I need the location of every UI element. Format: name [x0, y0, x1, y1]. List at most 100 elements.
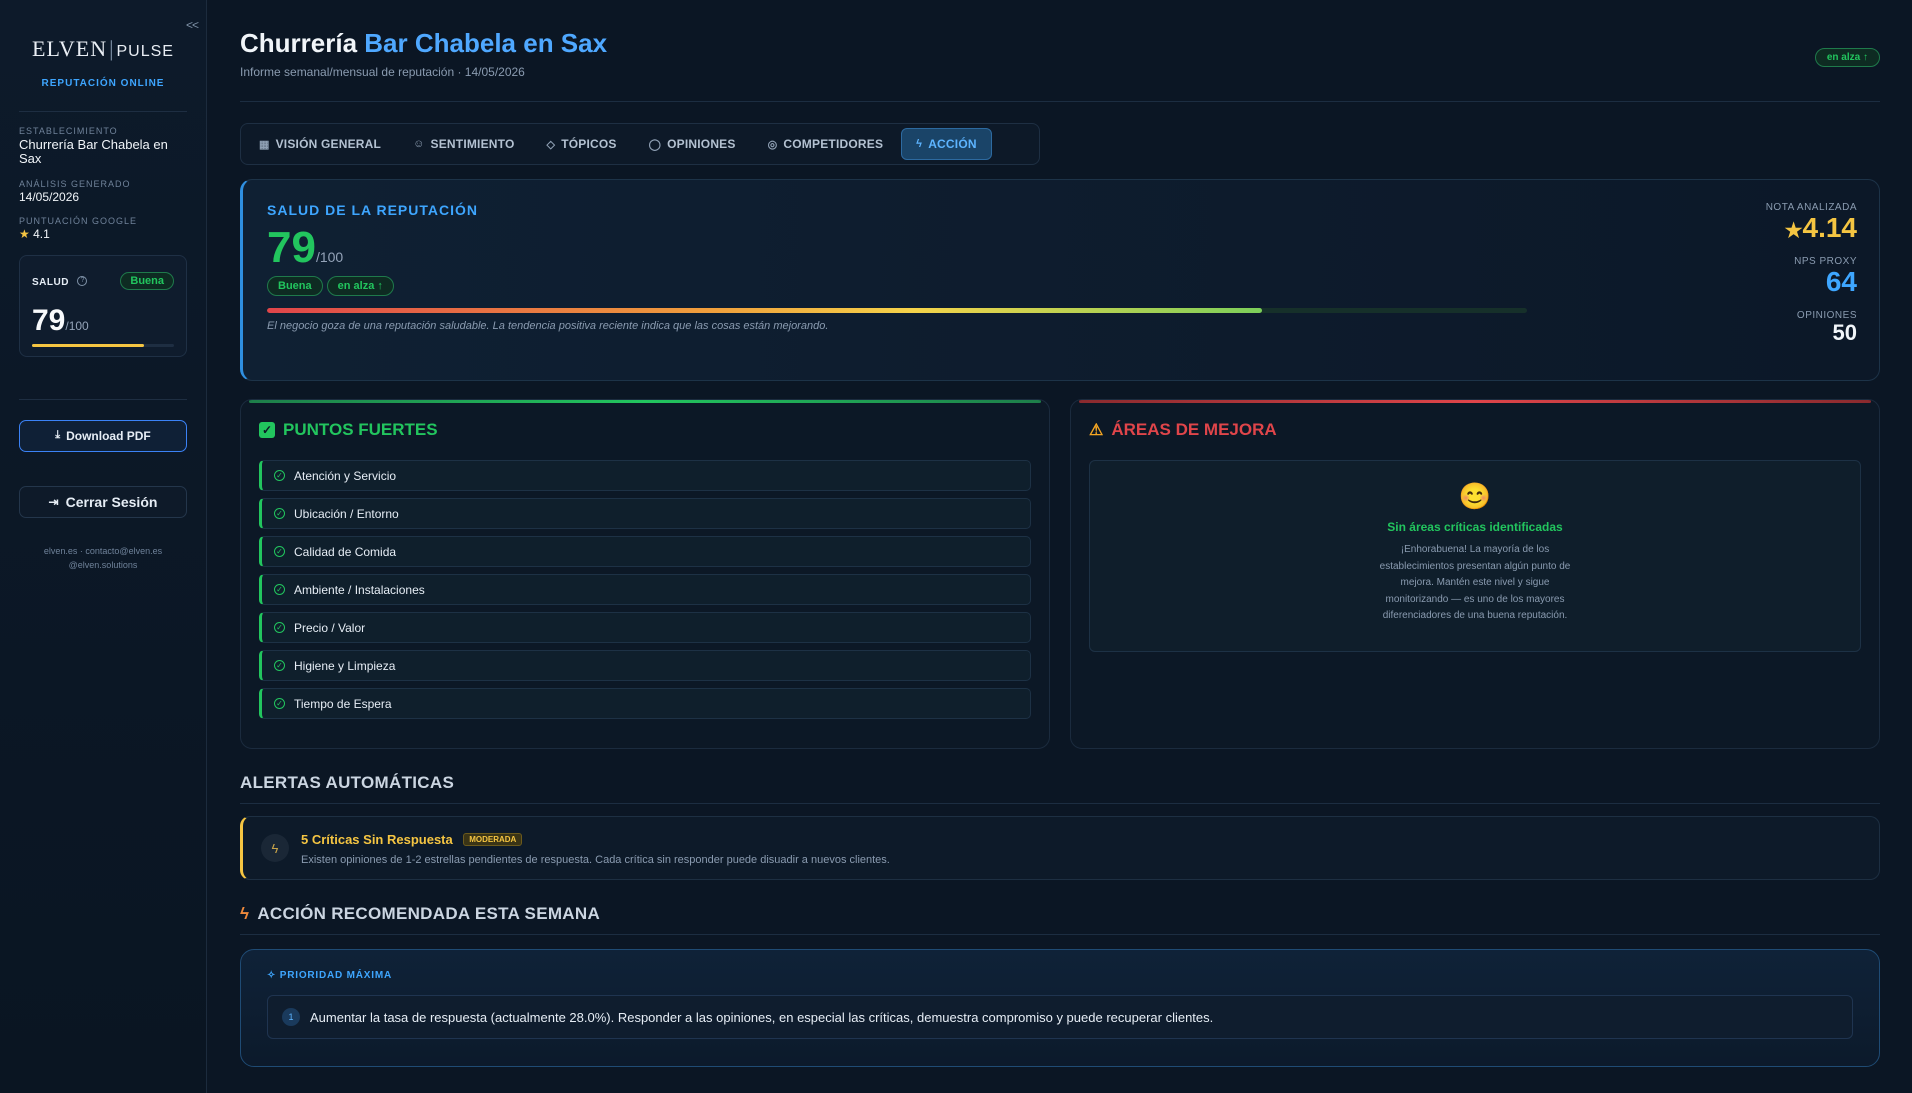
reputation-health-card: SALUD DE LA REPUTACIÓN 79/100 Buena en a…: [240, 179, 1880, 381]
rating-value: ★4.14: [1766, 212, 1857, 244]
section-divider: [240, 934, 1880, 935]
check-circle-icon: ✓: [274, 698, 285, 709]
check-circle-icon: ✓: [274, 546, 285, 557]
reputation-score-denominator: /100: [315, 249, 344, 265]
reputation-title: SALUD DE LA REPUTACIÓN: [267, 202, 478, 218]
footer-social: @elven.solutions: [68, 560, 138, 571]
logout-icon: ⇥: [48, 494, 59, 509]
strength-label: Atención y Servicio: [294, 468, 397, 483]
action-item: 1 Aumentar la tasa de respuesta (actualm…: [267, 995, 1853, 1039]
tab-overview[interactable]: ▦ VISIÓN GENERAL: [245, 128, 395, 160]
google-score-label: PUNTUACIÓN GOOGLE: [19, 215, 138, 226]
action-section-title: ϟ ACCIÓN RECOMENDADA ESTA SEMANA: [240, 904, 1880, 924]
list-item: ✓ Precio / Valor: [259, 612, 1031, 643]
strengths-improvements-row: ✓ PUNTOS FUERTES ✓ Atención y Servicio ✓ U…: [240, 399, 1880, 749]
analysis-value: 14/05/2026: [19, 189, 80, 204]
collapse-sidebar-button[interactable]: <<: [186, 18, 199, 32]
health-card: SALUD ? Buena 79/100: [19, 254, 187, 357]
check-circle-icon: ✓: [274, 584, 285, 595]
sidebar-divider: [19, 111, 187, 112]
tab-competitors[interactable]: ◎ COMPETIDORES: [754, 128, 898, 160]
page-subtitle: Informe semanal/mensual de reputación · …: [240, 65, 525, 79]
tab-action[interactable]: ϟ ACCIÓN: [901, 128, 992, 160]
tab-label: TÓPICOS: [561, 137, 617, 151]
download-pdf-button[interactable]: ⤓ Download PDF: [19, 419, 187, 452]
list-item: ✓ Calidad de Comida: [259, 536, 1031, 567]
smile-icon: ☺: [413, 138, 425, 150]
reputation-score-value: 79: [267, 223, 316, 272]
priority-text: PRIORIDAD MÁXIMA: [279, 970, 393, 981]
google-score: ★ 4.1: [19, 226, 187, 241]
lightning-icon: ϟ: [916, 138, 923, 150]
strengths-panel: ✓ PUNTOS FUERTES ✓ Atención y Servicio ✓ U…: [240, 399, 1050, 749]
logo: ELVEN| PULSE: [19, 36, 187, 62]
health-progress-bar: [32, 343, 174, 347]
improvements-panel: ⚠ ÁREAS DE MEJORA 😊 Sin áreas críticas i…: [1070, 399, 1880, 749]
info-icon[interactable]: ?: [77, 275, 88, 286]
priority-label: ✧ PRIORIDAD MÁXIMA: [267, 970, 1853, 981]
tab-label: OPINIONES: [667, 137, 736, 151]
download-pdf-label: Download PDF: [66, 428, 151, 443]
list-item: ✓ Ubicación / Entorno: [259, 498, 1031, 529]
header-divider: [240, 101, 1880, 102]
empty-state: 😊 Sin áreas críticas identificadas ¡Enho…: [1089, 460, 1861, 652]
trend-badge: en alza ↑: [326, 276, 394, 296]
strength-label: Tiempo de Espera: [294, 696, 392, 711]
alert-body: 5 Críticas Sin Respuesta MODERADA Existe…: [301, 831, 890, 866]
chat-bubble-icon: ◯: [648, 138, 662, 151]
logo-subtitle: REPUTACIÓN ONLINE: [41, 78, 165, 89]
improvements-title-text: ÁREAS DE MEJORA: [1111, 420, 1277, 439]
strengths-title: ✓ PUNTOS FUERTES: [259, 420, 1031, 440]
strength-label: Precio / Valor: [294, 620, 366, 635]
logo-left: ELVEN: [32, 36, 108, 61]
logo-right: PULSE: [116, 43, 174, 60]
alert-title: 5 Críticas Sin Respuesta: [301, 831, 453, 847]
logout-button[interactable]: ⇥ Cerrar Sesión: [19, 485, 187, 518]
section-divider: [240, 803, 1880, 804]
reputation-note: El negocio goza de una reputación saluda…: [267, 320, 829, 332]
check-circle-icon: ✓: [274, 470, 285, 481]
target-icon: ◎: [767, 138, 778, 151]
health-badge: Buena: [120, 271, 174, 290]
list-item: ✓ Ambiente / Instalaciones: [259, 574, 1031, 605]
strength-label: Ambiente / Instalaciones: [294, 582, 425, 597]
google-score-value: 4.1: [33, 226, 50, 241]
tab-sentiment[interactable]: ☺ SENTIMIENTO: [399, 128, 528, 160]
star-icon: ★: [19, 226, 30, 241]
strength-label: Higiene y Limpieza: [294, 658, 396, 673]
tab-topics[interactable]: ◇ TÓPICOS: [533, 128, 631, 160]
tab-opinions[interactable]: ◯ OPINIONES: [635, 128, 750, 160]
action-number: 1: [282, 1008, 300, 1026]
reputation-progress-bar: [267, 308, 1527, 313]
lightning-icon: ϟ: [261, 834, 289, 862]
action-text: Aumentar la tasa de respuesta (actualmen…: [310, 1009, 1214, 1025]
tab-bar: ▦ VISIÓN GENERAL ☺ SENTIMIENTO ◇ TÓPICOS ◯ O…: [240, 123, 1040, 165]
reputation-progress-fill: [267, 308, 1263, 313]
list-item: ✓ Higiene y Limpieza: [259, 650, 1031, 681]
logo-separator: |: [109, 36, 115, 61]
title-part-2: Bar: [364, 28, 408, 58]
tab-label: ACCIÓN: [928, 137, 977, 151]
action-title-text: ACCIÓN RECOMENDADA ESTA SEMANA: [257, 904, 601, 923]
strength-label: Ubicación / Entorno: [294, 506, 399, 521]
recommended-action-card: ✧ PRIORIDAD MÁXIMA 1 Aumentar la tasa de…: [240, 949, 1880, 1067]
strengths-list: ✓ Atención y Servicio ✓ Ubicación / Entorn…: [259, 460, 1031, 719]
trend-badge: en alza ↑: [1814, 48, 1880, 67]
list-item: ✓ Tiempo de Espera: [259, 688, 1031, 719]
check-circle-icon: ✓: [274, 508, 285, 519]
health-score-value: 79: [32, 303, 66, 337]
sidebar: << ELVEN| PULSE REPUTACIÓN ONLINE ESTABLE…: [0, 0, 207, 1093]
reputation-badges: Buena en alza ↑: [267, 276, 1855, 296]
strength-label: Calidad de Comida: [294, 544, 397, 559]
opinions-label: OPINIONES: [1796, 309, 1857, 321]
establishment-label: ESTABLECIMIENTO: [19, 126, 118, 136]
opinions-value: 50: [1832, 319, 1857, 345]
reputation-stats: NOTA ANALIZADA ★4.14 NPS PROXY 64 OPINIO…: [1766, 202, 1857, 357]
tab-label: COMPETIDORES: [783, 137, 884, 151]
star-icon: ★: [1784, 220, 1803, 242]
tab-label: VISIÓN GENERAL: [275, 137, 382, 151]
nps-value: 64: [1825, 265, 1857, 297]
smile-emoji-icon: 😊: [1458, 481, 1492, 511]
empty-state-text: ¡Enhorabuena! La mayoría de los establec…: [1379, 544, 1571, 621]
severity-badge: MODERADA: [463, 832, 523, 846]
